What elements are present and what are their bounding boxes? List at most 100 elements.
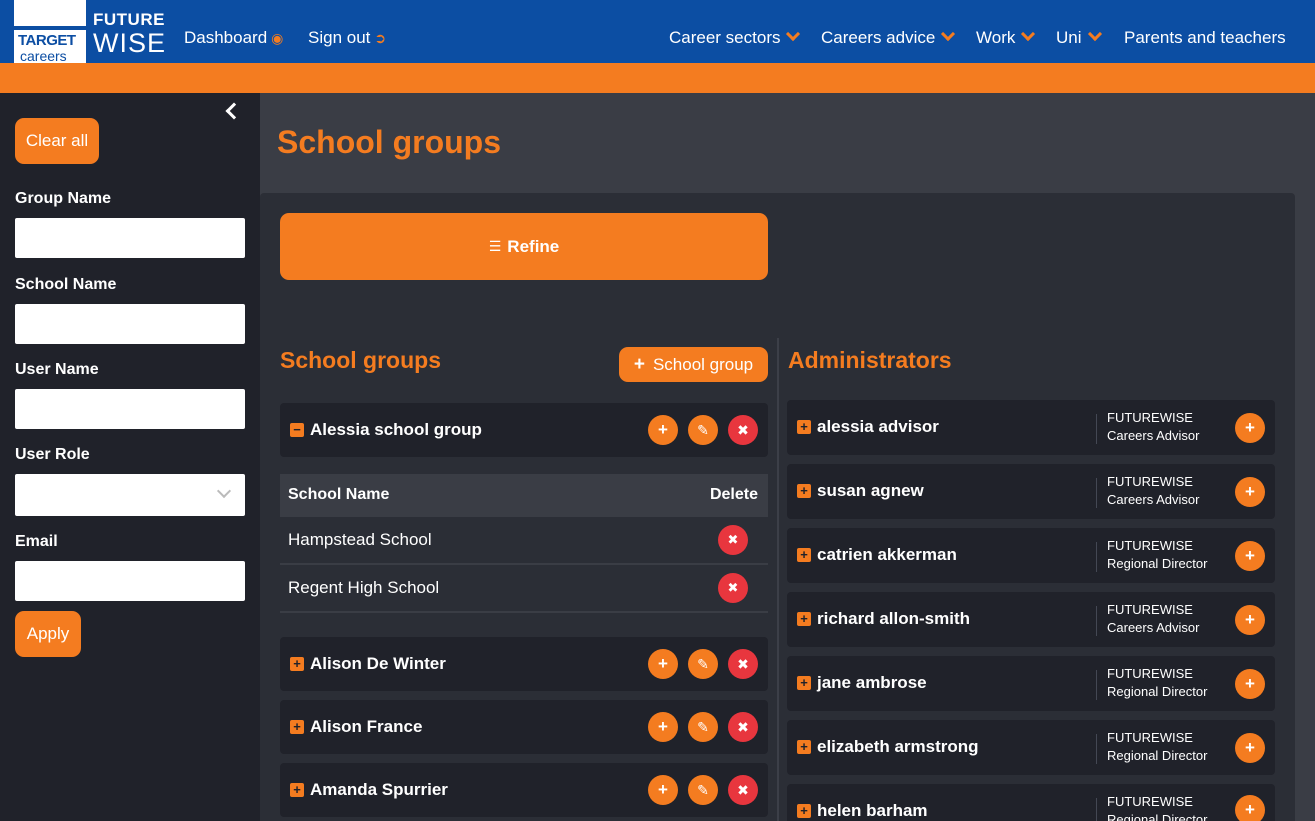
chevron-down-icon <box>216 483 232 499</box>
administrator-org: FUTUREWISE <box>1107 410 1193 425</box>
chevron-left-icon[interactable] <box>225 102 243 120</box>
add-icon[interactable]: + <box>648 415 678 445</box>
chevron-down-icon <box>1087 26 1102 42</box>
divider <box>1096 734 1097 764</box>
delete-x-icon[interactable]: ✖ <box>728 415 758 445</box>
delete-x-icon[interactable]: ✖ <box>718 573 748 603</box>
administrator-row: + richard allon-smith FUTUREWISE Careers… <box>787 592 1275 647</box>
add-icon[interactable]: + <box>648 775 678 805</box>
nav-parents-teachers[interactable]: Parents and teachers <box>1124 28 1286 48</box>
nav-dashboard-link[interactable]: Dashboard ◉ <box>184 28 283 48</box>
expand-plus-icon[interactable]: + <box>797 676 811 690</box>
administrator-row: + elizabeth armstrong FUTUREWISE Regiona… <box>787 720 1275 775</box>
plus-icon: + <box>633 353 645 375</box>
expand-plus-icon[interactable]: + <box>797 804 811 818</box>
nav-career-sectors[interactable]: Career sectors <box>669 26 801 48</box>
administrator-role: Regional Director <box>1107 684 1208 699</box>
page-title: School groups <box>277 124 501 160</box>
add-icon[interactable]: + <box>1235 795 1265 821</box>
nav-parents-teachers-label: Parents and teachers <box>1124 28 1286 47</box>
divider <box>1096 414 1097 444</box>
expand-plus-icon[interactable]: + <box>290 783 304 797</box>
expand-plus-icon[interactable]: + <box>797 484 811 498</box>
user-role-label: User Role <box>15 446 90 463</box>
sliders-icon: ☰ <box>488 238 502 254</box>
school-group-row: + Alison France + ✎ ✖ <box>280 700 768 754</box>
email-input[interactable] <box>15 561 245 601</box>
add-icon[interactable]: + <box>1235 605 1265 635</box>
edit-pencil-icon[interactable]: ✎ <box>688 775 718 805</box>
nav-sign-out-link[interactable]: Sign out ➲ <box>308 28 386 48</box>
add-school-group-label: School group <box>652 354 754 374</box>
administrator-org: FUTUREWISE <box>1107 602 1193 617</box>
user-name-label: User Name <box>15 361 99 378</box>
expand-plus-icon[interactable]: + <box>797 548 811 562</box>
group-name-input[interactable] <box>15 218 245 258</box>
delete-x-icon[interactable]: ✖ <box>728 649 758 679</box>
add-icon[interactable]: + <box>648 649 678 679</box>
nav-uni[interactable]: Uni <box>1056 26 1102 48</box>
clear-all-button[interactable]: Clear all <box>15 118 99 164</box>
expand-plus-icon[interactable]: + <box>797 612 811 626</box>
administrator-name: richard allon-smith <box>817 609 971 628</box>
chevron-down-icon <box>1021 26 1036 42</box>
school-group-name: Alison De Winter <box>310 654 446 673</box>
nav-work-label: Work <box>976 28 1016 47</box>
column-divider <box>777 338 779 821</box>
add-school-group-button[interactable]: + School group <box>619 347 768 382</box>
administrator-name: catrien akkerman <box>817 545 957 564</box>
administrator-org: FUTUREWISE <box>1107 474 1193 489</box>
school-name-input[interactable] <box>15 304 245 344</box>
add-icon[interactable]: + <box>648 712 678 742</box>
collapse-minus-icon[interactable]: − <box>290 423 304 437</box>
logo-target-text: TARGET <box>18 32 76 49</box>
expand-plus-icon[interactable]: + <box>290 720 304 734</box>
school-groups-heading: School groups <box>280 347 441 373</box>
administrator-name: susan agnew <box>817 481 924 500</box>
brand-future-text: FUTURE <box>93 10 165 29</box>
administrator-org: FUTUREWISE <box>1107 666 1193 681</box>
administrator-name: jane ambrose <box>817 673 927 692</box>
add-icon[interactable]: + <box>1235 733 1265 763</box>
nav-uni-label: Uni <box>1056 28 1082 47</box>
school-name-column-header: School Name <box>288 486 390 503</box>
delete-x-icon[interactable]: ✖ <box>728 712 758 742</box>
delete-x-icon[interactable]: ✖ <box>728 775 758 805</box>
refine-button[interactable]: ☰ Refine <box>280 213 768 280</box>
expand-plus-icon[interactable]: + <box>797 420 811 434</box>
administrator-role: Regional Director <box>1107 748 1208 763</box>
add-icon[interactable]: + <box>1235 669 1265 699</box>
logo-careers-text: careers <box>20 48 67 64</box>
top-navigation-bar: TARGET careers FUTURE WISE Dashboard ◉ Si… <box>0 0 1315 86</box>
user-name-input[interactable] <box>15 389 245 429</box>
administrator-row: + catrien akkerman FUTUREWISE Regional D… <box>787 528 1275 583</box>
user-role-select[interactable] <box>15 474 245 516</box>
nav-sign-out-label: Sign out <box>308 28 371 47</box>
school-group-row: + Amanda Spurrier + ✎ ✖ <box>280 763 768 817</box>
add-icon[interactable]: + <box>1235 413 1265 443</box>
sign-out-icon: ➲ <box>374 30 387 46</box>
nav-work[interactable]: Work <box>976 26 1036 48</box>
delete-x-icon[interactable]: ✖ <box>718 525 748 555</box>
administrator-name: alessia advisor <box>817 417 939 436</box>
divider <box>1096 670 1097 700</box>
palette-icon: ◉ <box>271 30 284 46</box>
school-group-row: − Alessia school group + ✎ ✖ <box>280 403 768 457</box>
expand-plus-icon[interactable]: + <box>797 740 811 754</box>
edit-pencil-icon[interactable]: ✎ <box>688 712 718 742</box>
nav-dashboard-label: Dashboard <box>184 28 268 47</box>
chevron-down-icon <box>941 26 956 42</box>
add-icon[interactable]: + <box>1235 541 1265 571</box>
add-icon[interactable]: + <box>1235 477 1265 507</box>
edit-pencil-icon[interactable]: ✎ <box>688 649 718 679</box>
edit-pencil-icon[interactable]: ✎ <box>688 415 718 445</box>
administrator-row: + helen barham FUTUREWISE Regional Direc… <box>787 784 1275 821</box>
nav-careers-advice[interactable]: Careers advice <box>821 26 956 48</box>
administrator-row: + susan agnew FUTUREWISE Careers Advisor… <box>787 464 1275 519</box>
school-group-row: + Alison De Winter + ✎ ✖ <box>280 637 768 691</box>
administrator-role: Careers Advisor <box>1107 620 1200 635</box>
expand-plus-icon[interactable]: + <box>290 657 304 671</box>
administrator-role: Careers Advisor <box>1107 492 1200 507</box>
school-group-name: Alessia school group <box>310 420 482 439</box>
apply-button[interactable]: Apply <box>15 611 81 657</box>
